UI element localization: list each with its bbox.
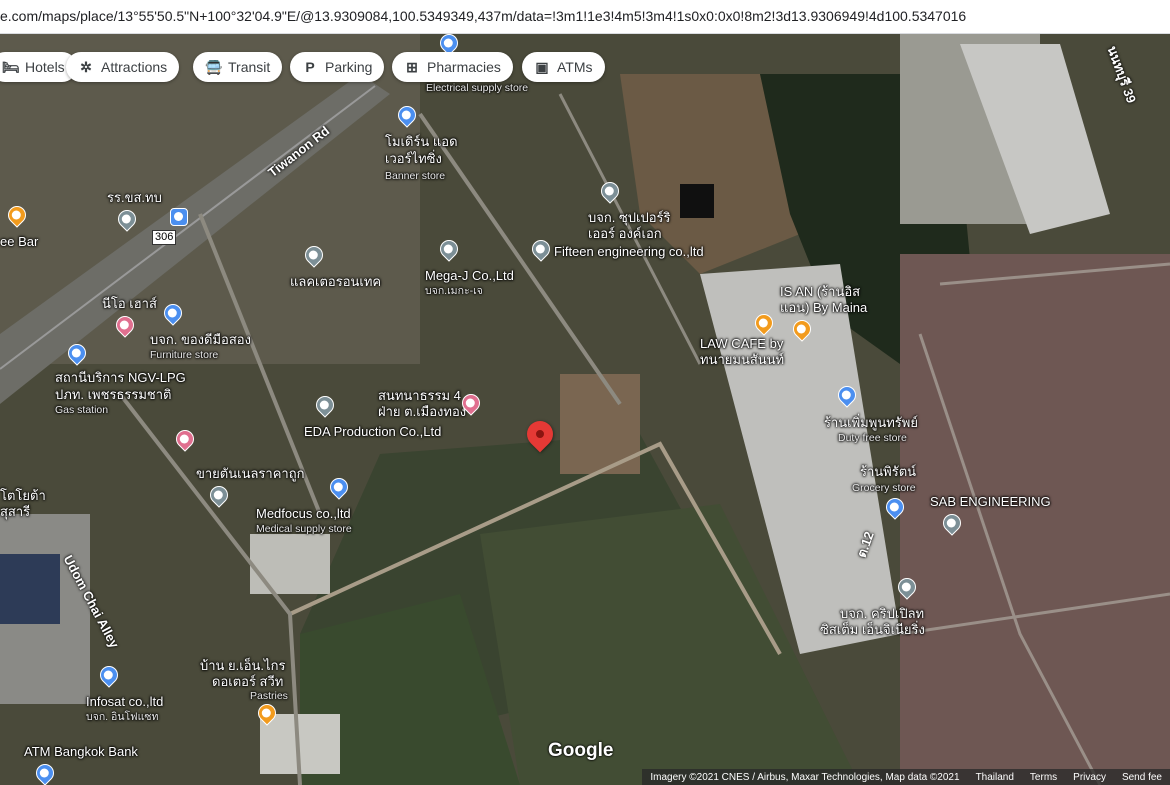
- medfocus-label-2[interactable]: Medical supply store: [256, 523, 352, 535]
- chip-attractions[interactable]: ✲ Attractions: [66, 52, 180, 82]
- infosat-label[interactable]: Infosat co.,ltd: [86, 694, 163, 709]
- ngv-label-2[interactable]: ปภท. เพชรธรรมชาติ: [55, 387, 171, 402]
- mega-j-label-2[interactable]: บจก.เมกะ-เจ: [425, 285, 483, 297]
- law-cafe-label[interactable]: LAW CAFE by: [700, 336, 783, 351]
- furniture-label[interactable]: บจก. ของดีมือสอง: [150, 332, 251, 347]
- sale-label[interactable]: ขายตันเนลราคาถูก: [196, 466, 304, 481]
- terms-link[interactable]: Terms: [1022, 772, 1065, 783]
- duty-free-label[interactable]: ร้านเพิ่มพูนทรัพย์: [824, 415, 918, 430]
- bar-label[interactable]: ee Bar: [0, 234, 38, 249]
- sanamnam-label-2[interactable]: ฝ่าย ต.เมืองทอง: [378, 404, 466, 419]
- mega-j-label[interactable]: Mega-J Co.,Ltd: [425, 268, 514, 283]
- attractions-icon: ✲: [80, 58, 92, 75]
- grocery-label-2[interactable]: Grocery store: [852, 482, 916, 494]
- banner-store-label[interactable]: Banner store: [385, 170, 445, 182]
- send-feedback-link[interactable]: Send fee: [1114, 772, 1170, 783]
- neo-house-label[interactable]: นีโอ เฮาส์: [102, 296, 157, 311]
- hotel-icon: 🛏: [2, 58, 20, 75]
- chip-attractions-label: Attractions: [101, 59, 168, 75]
- chip-atms[interactable]: ▣ ATMs: [522, 52, 605, 82]
- google-logo: Google: [548, 740, 614, 761]
- url-text[interactable]: e.com/maps/place/13°55'50.5"N+100°32'04.…: [0, 8, 966, 24]
- sanamnam-label[interactable]: สนทนาธรรม 4: [378, 388, 461, 403]
- satellite-map[interactable]: Tiwanon Rd Udom Chai Alley 306 นนทบุรี 3…: [0, 34, 1170, 785]
- country-link[interactable]: Thailand: [968, 772, 1022, 783]
- pastry-label-2[interactable]: ดอเตอร์ สวีท: [212, 674, 283, 689]
- intech-label[interactable]: แลคเตอรอนเทค: [290, 274, 381, 289]
- atm-icon: ▣: [535, 58, 549, 75]
- eda-label[interactable]: EDA Production Co.,Ltd: [304, 424, 441, 439]
- pharmacy-icon: ⊞: [406, 58, 418, 75]
- fifteen-label[interactable]: Fifteen engineering co.,ltd: [554, 244, 704, 259]
- medfocus-label[interactable]: Medfocus co.,ltd: [256, 506, 351, 521]
- pastry-label[interactable]: บ้าน ย.เอ็น.ไกร: [200, 658, 285, 673]
- modern-ad-label[interactable]: โมเดิร์น แอด: [385, 134, 458, 149]
- sab-label[interactable]: SAB ENGINEERING: [930, 494, 1051, 509]
- crystal-label[interactable]: บจก. คริปเปิลท: [840, 606, 924, 621]
- chip-hotels-label: Hotels: [25, 59, 65, 75]
- route-shield: 306: [152, 230, 177, 245]
- address-bar[interactable]: e.com/maps/place/13°55'50.5"N+100°32'04.…: [0, 0, 1170, 34]
- electrical-store-label[interactable]: Electrical supply store: [426, 82, 528, 94]
- pastry-label-3[interactable]: Pastries: [250, 690, 288, 702]
- bus-stop-icon[interactable]: [170, 208, 188, 226]
- duty-free-label-2[interactable]: Duty free store: [838, 432, 907, 444]
- supreme-label-2[interactable]: เออร์ องค์เอก: [588, 226, 662, 241]
- transit-icon: 🚍: [205, 58, 223, 75]
- atm-bangkok-label[interactable]: ATM Bangkok Bank: [24, 744, 138, 759]
- furniture-label-2[interactable]: Furniture store: [150, 349, 218, 361]
- law-cafe-label-2[interactable]: ทนายมนสันนท์: [700, 352, 784, 367]
- chip-pharmacies-label: Pharmacies: [427, 59, 501, 75]
- parking-icon: P: [305, 59, 315, 75]
- modern-ad-label-2[interactable]: เวอร์ไทซิ่ง: [385, 151, 442, 166]
- privacy-link[interactable]: Privacy: [1065, 772, 1114, 783]
- imagery-attribution: Imagery ©2021 CNES / Airbus, Maxar Techn…: [650, 771, 960, 783]
- chip-transit[interactable]: 🚍 Transit: [193, 52, 283, 82]
- chip-atms-label: ATMs: [557, 59, 593, 75]
- chip-pharmacies[interactable]: ⊞ Pharmacies: [392, 52, 513, 82]
- infosat-label-2[interactable]: บจก. อินโฟแซท: [86, 711, 158, 723]
- chip-transit-label: Transit: [228, 59, 271, 75]
- is-an-label[interactable]: IS AN (ร้านอิส: [780, 284, 860, 299]
- satellite-imagery: [0, 34, 1170, 785]
- map-footer: Imagery ©2021 CNES / Airbus, Maxar Techn…: [642, 769, 1170, 785]
- toyota-label[interactable]: โตโยต้า: [0, 488, 46, 503]
- chip-parking-label: Parking: [325, 59, 373, 75]
- ngv-label[interactable]: สถานีบริการ NGV-LPG: [55, 370, 186, 385]
- crystal-label-2[interactable]: ซิสเต็ม เอ็นจิเนียริ่ง: [820, 622, 925, 637]
- supreme-label[interactable]: บจก. ซุปเปอร์ริ: [588, 210, 671, 225]
- chip-parking[interactable]: P Parking: [290, 52, 385, 82]
- school-label[interactable]: รร.ขส.ทบ: [107, 190, 162, 205]
- grocery-label[interactable]: ร้านพิรัตน์: [860, 464, 916, 479]
- toyota-label-2[interactable]: สุสารี: [0, 504, 30, 519]
- gas-station-label[interactable]: Gas station: [55, 404, 108, 416]
- is-an-label-2[interactable]: แอน) By Maina: [780, 300, 867, 315]
